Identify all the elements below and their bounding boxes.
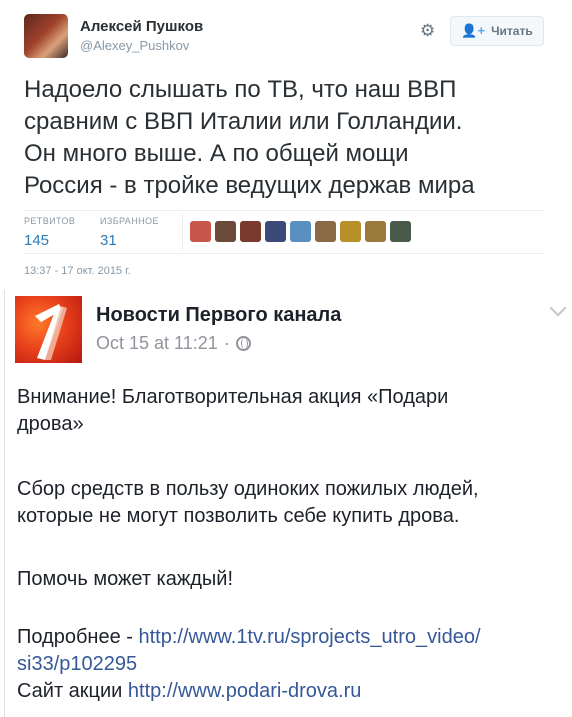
author-avatar[interactable]	[24, 14, 68, 58]
tweet-text-line: Россия - в тройке ведущих держав мира	[24, 172, 475, 199]
favoriter-avatar[interactable]	[265, 221, 286, 242]
details-label: Подробнее -	[17, 626, 139, 648]
post-paragraph: Помочь может каждый!	[17, 568, 233, 590]
favoriter-avatar[interactable]	[190, 221, 211, 242]
favorites-stat[interactable]: ИЗБРАННОЕ 31	[100, 216, 159, 249]
retweets-label: РЕТВИТОВ	[24, 216, 76, 226]
follow-button-label: Читать	[491, 24, 533, 38]
tweet-text-line: Он много выше. А по общей мощи	[24, 140, 409, 167]
meta-separator: ·	[223, 333, 230, 353]
post-meta: Oct 15 at 11:21 ·	[96, 333, 251, 354]
favoriter-avatar[interactable]	[240, 221, 261, 242]
favoriter-avatar[interactable]	[365, 221, 386, 242]
divider	[24, 210, 544, 211]
favoriters-avatars	[190, 221, 411, 242]
tweet-text-line: Надоело слышать по ТВ, что наш ВВП	[24, 76, 457, 103]
post-paragraph: Подробнее - http://www.1tv.ru/sprojects_…	[17, 624, 567, 705]
favorites-label: ИЗБРАННОЕ	[100, 216, 159, 226]
post-line: Внимание! Благотворительная акция «Подар…	[17, 386, 449, 408]
details-link[interactable]: http://www.1tv.ru/sprojects_utro_video/	[139, 626, 481, 648]
post-date[interactable]: Oct 15 at 11:21	[96, 333, 218, 354]
favoriter-avatar[interactable]	[340, 221, 361, 242]
retweets-stat[interactable]: РЕТВИТОВ 145	[24, 216, 75, 249]
gear-icon[interactable]: ⚙	[420, 22, 438, 40]
author-handle[interactable]: @Alexey_Pushkov	[80, 38, 189, 53]
author-name[interactable]: Алексей Пушков	[80, 18, 203, 35]
favorites-count[interactable]: 31	[100, 232, 159, 249]
site-label: Сайт акции	[17, 680, 128, 702]
tweet-text: Надоело слышать по ТВ, что наш ВВП сравн…	[24, 74, 554, 202]
follow-button[interactable]: 👤+ Читать	[450, 16, 544, 46]
favoriter-avatar[interactable]	[215, 221, 236, 242]
post-line: Подробнее - http://www.1tv.ru/sprojects_…	[17, 624, 567, 651]
details-link[interactable]: si33/p102295	[17, 651, 567, 678]
retweets-count[interactable]: 145	[24, 232, 75, 249]
divider	[4, 290, 5, 717]
tweet-text-line: сравним с ВВП Италии или Голландии.	[24, 108, 463, 135]
post-line: Сайт акции http://www.podari-drova.ru	[17, 678, 567, 705]
post-line: дрова»	[17, 413, 84, 435]
favoriter-avatar[interactable]	[315, 221, 336, 242]
add-user-icon: 👤+	[461, 23, 486, 38]
favoriter-avatar[interactable]	[290, 221, 311, 242]
post-line: которые не могут позволить себе купить д…	[17, 505, 460, 527]
divider	[24, 253, 544, 254]
channel-one-logo[interactable]	[15, 296, 82, 363]
tweet-timestamp[interactable]: 13:37 - 17 окт. 2015 г.	[24, 265, 131, 277]
post-paragraph: Внимание! Благотворительная акция «Подар…	[17, 384, 567, 438]
post-paragraph: Сбор средств в пользу одиноких пожилых л…	[17, 476, 567, 530]
globe-icon	[235, 336, 251, 351]
post-line: Сбор средств в пользу одиноких пожилых л…	[17, 478, 479, 500]
page-name[interactable]: Новости Первого канала	[96, 304, 341, 327]
favoriter-avatar[interactable]	[390, 221, 411, 242]
site-link[interactable]: http://www.podari-drova.ru	[128, 680, 361, 702]
tweet-card: Алексей Пушков @Alexey_Pushkov ⚙ 👤+ Чита…	[0, 0, 572, 288]
divider	[182, 214, 183, 250]
